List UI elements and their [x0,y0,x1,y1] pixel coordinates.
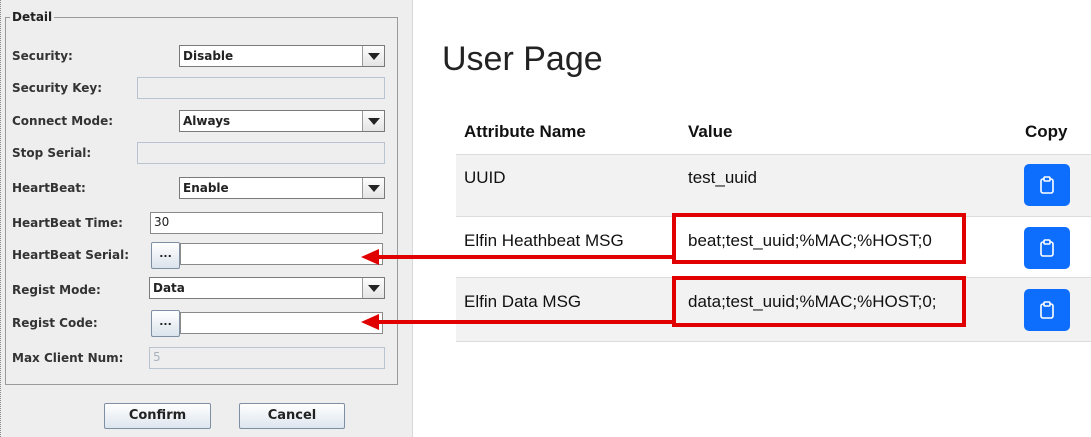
clipboard-icon [1040,301,1054,319]
security-key-field[interactable] [137,77,385,99]
connect-mode-label: Connect Mode: [12,114,114,128]
chevron-down-icon[interactable] [362,46,384,66]
heartbeat-serial-label: HeartBeat Serial: [12,248,130,262]
detail-group-title: Detail [12,10,53,24]
heartbeat-serial-field[interactable] [180,243,383,265]
detail-dialog: Detail Security: Disable Security Key: C… [0,0,413,437]
heartbeat-serial-browse-button[interactable]: ... [151,242,180,269]
chevron-down-icon[interactable] [362,178,384,198]
column-header-attribute-name: Attribute Name [464,122,586,141]
row-attribute-name: UUID [464,168,506,187]
security-label: Security: [12,49,73,63]
dialog-edge [0,0,3,437]
heartbeat-time-field[interactable]: 30 [150,212,383,234]
column-header-copy: Copy [1025,122,1068,141]
heartbeat-time-label: HeartBeat Time: [12,216,123,230]
table-row [456,155,1091,216]
security-select[interactable]: Disable [179,45,385,67]
copy-button[interactable] [1024,164,1070,206]
regist-mode-select-value: Data [153,281,185,295]
clipboard-icon [1040,176,1054,194]
clipboard-icon [1040,239,1054,257]
confirm-button[interactable]: Confirm [104,403,211,429]
annotation-arrows [361,249,672,330]
regist-code-field[interactable] [180,312,383,334]
arrow-to-regist-code [361,314,672,330]
security-key-label: Security Key: [12,81,103,95]
stop-serial-label: Stop Serial: [12,146,92,160]
heartbeat-select[interactable]: Enable [179,177,385,199]
row-value: test_uuid [688,168,757,187]
heartbeat-label: HeartBeat: [12,181,86,195]
heartbeat-select-value: Enable [183,181,229,195]
highlight-box-data-value [672,276,966,327]
cancel-button[interactable]: Cancel [239,403,345,429]
chevron-down-icon[interactable] [362,111,384,131]
regist-mode-select[interactable]: Data [149,277,385,299]
copy-button[interactable] [1024,227,1070,269]
highlight-box-heartbeat-value [672,213,966,264]
copy-button[interactable] [1024,289,1070,331]
stop-serial-field[interactable] [137,142,385,164]
security-select-value: Disable [183,49,234,63]
regist-code-browse-button[interactable]: ... [151,310,180,337]
max-client-num-field[interactable]: 5 [149,347,385,369]
page-title: User Page [442,40,603,78]
regist-mode-label: Regist Mode: [12,283,101,297]
connect-mode-select-value: Always [183,114,231,128]
connect-mode-select[interactable]: Always [179,110,385,132]
arrow-to-heartbeat-serial [361,249,672,265]
regist-code-label: Regist Code: [12,316,98,330]
column-header-value: Value [688,122,733,141]
max-client-num-label: Max Client Num: [12,351,124,365]
row-divider [456,341,1091,342]
